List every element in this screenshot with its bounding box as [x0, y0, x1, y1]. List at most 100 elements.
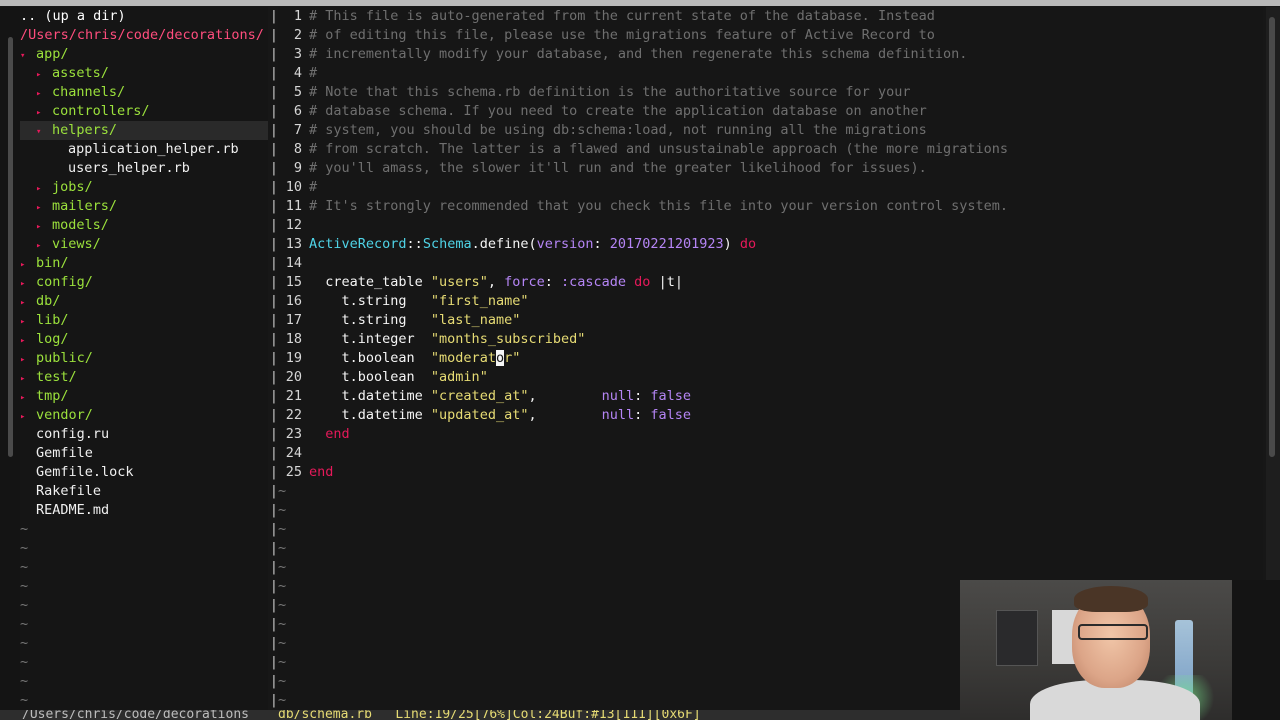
code-token: create_table	[309, 274, 431, 290]
code-token: "users"	[430, 274, 488, 290]
tree-item-label: config/	[36, 274, 93, 290]
tree-dir-item[interactable]: ▸ db/	[20, 292, 268, 311]
line-number: 3	[293, 46, 302, 62]
text-cursor: o	[495, 350, 505, 366]
tree-item-label: db/	[36, 293, 61, 309]
code-line[interactable]: 3 # incrementally modify your database, a…	[278, 45, 1263, 64]
tree-root-path[interactable]: /Users/chris/code/decorations/	[20, 26, 268, 45]
tree-dir-item[interactable]: ▸ public/	[20, 349, 268, 368]
tree-file-item[interactable]: users_helper.rb	[20, 159, 268, 178]
tree-dir-item[interactable]: ▸ jobs/	[20, 178, 268, 197]
tree-file-item[interactable]: Gemfile.lock	[20, 463, 268, 482]
tree-item-label: models/	[52, 217, 109, 233]
code-line[interactable]: 23 end	[278, 425, 1263, 444]
code-token: t.datetime	[309, 388, 431, 404]
status-file-info: db/schema.rb Line:19/25[76%]Col:24Buf:#1…	[278, 710, 701, 720]
tree-dir-item[interactable]: ▸ bin/	[20, 254, 268, 273]
code-line[interactable]: 24	[278, 444, 1263, 463]
code-line[interactable]: 15 create_table "users", force: :cascade…	[278, 273, 1263, 292]
code-line[interactable]: 11 # It's strongly recommended that you c…	[278, 197, 1263, 216]
tree-file-item[interactable]: README.md	[20, 501, 268, 520]
tree-dir-item[interactable]: ▸ mailers/	[20, 197, 268, 216]
tree-dir-item[interactable]: ▸ assets/	[20, 64, 268, 83]
line-number: 24	[285, 445, 302, 461]
code-token: # from scratch. The latter is a flawed a…	[309, 141, 1008, 157]
code-line[interactable]: 21 t.datetime "created_at", null: false	[278, 387, 1263, 406]
tree-item-label: jobs/	[52, 179, 93, 195]
code-line[interactable]: 12	[278, 216, 1263, 235]
tree-file-item[interactable]: application_helper.rb	[20, 140, 268, 159]
tree-dir-item[interactable]: ▸ models/	[20, 216, 268, 235]
line-number: 6	[293, 103, 302, 119]
code-line[interactable]: 1 # This file is auto-generated from the …	[278, 7, 1263, 26]
status-left-path: /Users/chris/code/decorations	[22, 710, 249, 720]
tree-item-label: public/	[36, 350, 93, 366]
code-line[interactable]: 17 t.string "last_name"	[278, 311, 1263, 330]
line-number: 21	[285, 388, 302, 404]
tree-item-label: lib/	[36, 312, 69, 328]
split-divider[interactable]: | | | | | | | | | | | | | | | | | | | | | | | | | | | | | | | | | | | | |	[270, 7, 278, 710]
code-line[interactable]: 22 t.datetime "updated_at", null: false	[278, 406, 1263, 425]
tree-item-label: log/	[36, 331, 69, 347]
tree-file-item[interactable]: Gemfile	[20, 444, 268, 463]
code-line[interactable]: 10 #	[278, 178, 1263, 197]
tree-item-label: Gemfile.lock	[36, 464, 134, 480]
tree-dir-item[interactable]: ▸ tmp/	[20, 387, 268, 406]
line-number: 12	[285, 217, 302, 233]
code-token: # of editing this file, please use the m…	[309, 27, 935, 43]
empty-line-marker: ~	[20, 578, 29, 594]
empty-line-marker: ~	[20, 559, 29, 575]
line-number: 10	[285, 179, 302, 195]
code-line[interactable]: 6 # database schema. If you need to creat…	[278, 102, 1263, 121]
code-line[interactable]: 7 # system, you should be using db:schema…	[278, 121, 1263, 140]
code-line[interactable]: 20 t.boolean "admin"	[278, 368, 1263, 387]
code-token: t.integer	[309, 331, 431, 347]
line-number: 2	[293, 27, 302, 43]
tree-dir-item[interactable]: ▾ helpers/	[20, 121, 268, 140]
tree-file-item[interactable]: config.ru	[20, 425, 268, 444]
webcam-side-panel	[1232, 580, 1280, 720]
code-line[interactable]: 13 ActiveRecord::Schema.define(version: 2…	[278, 235, 1263, 254]
line-number: 18	[285, 331, 302, 347]
tree-dir-item[interactable]: ▸ log/	[20, 330, 268, 349]
tree-updir[interactable]: .. (up a dir)	[20, 7, 268, 26]
tree-dir-item[interactable]: ▸ lib/	[20, 311, 268, 330]
code-line[interactable]: 4 #	[278, 64, 1263, 83]
code-token: end	[309, 426, 350, 442]
code-token: "moderat	[430, 350, 496, 366]
code-token: r"	[504, 350, 521, 366]
right-scrollbar-thumb[interactable]	[1269, 17, 1275, 457]
line-number: 7	[293, 122, 302, 138]
line-number: 14	[285, 255, 302, 271]
tree-dir-item[interactable]: ▸ test/	[20, 368, 268, 387]
code-line[interactable]: 5 # Note that this schema.rb definition i…	[278, 83, 1263, 102]
tree-dir-item[interactable]: ▸ views/	[20, 235, 268, 254]
code-line[interactable]: 18 t.integer "months_subscribed"	[278, 330, 1263, 349]
code-line[interactable]: 14	[278, 254, 1263, 273]
code-line[interactable]: 16 t.string "first_name"	[278, 292, 1263, 311]
code-line[interactable]: 9 # you'll amass, the slower it'll run an…	[278, 159, 1263, 178]
code-line[interactable]: 25 end	[278, 463, 1263, 482]
code-token: :cascade	[561, 274, 627, 290]
code-token: end	[309, 464, 334, 480]
code-line[interactable]: 8 # from scratch. The latter is a flawed …	[278, 140, 1263, 159]
tree-item-label: mailers/	[52, 198, 118, 214]
tree-dir-item[interactable]: ▸ vendor/	[20, 406, 268, 425]
code-token: # This file is auto-generated from the c…	[309, 8, 935, 24]
tree-file-item[interactable]: Rakefile	[20, 482, 268, 501]
code-line[interactable]: 19 t.boolean "moderator"	[278, 349, 1263, 368]
tree-dir-item[interactable]: ▸ config/	[20, 273, 268, 292]
empty-line-marker: ~	[278, 502, 287, 518]
tree-dir-item[interactable]: ▾ app/	[20, 45, 268, 64]
right-scrollbar[interactable]	[1266, 7, 1280, 580]
tree-dir-item[interactable]: ▸ channels/	[20, 83, 268, 102]
tree-dir-item[interactable]: ▸ controllers/	[20, 102, 268, 121]
left-scrollbar[interactable]	[8, 37, 13, 457]
tree-item-label: channels/	[52, 84, 126, 100]
code-line[interactable]: 2 # of editing this file, please use the …	[278, 26, 1263, 45]
code-token: t.string	[309, 293, 431, 309]
line-number: 13	[285, 236, 302, 252]
nerdtree-sidebar: .. (up a dir) /Users/chris/code/decorati…	[20, 7, 268, 710]
tree-item-label: assets/	[52, 65, 109, 81]
line-number: 19	[285, 350, 302, 366]
